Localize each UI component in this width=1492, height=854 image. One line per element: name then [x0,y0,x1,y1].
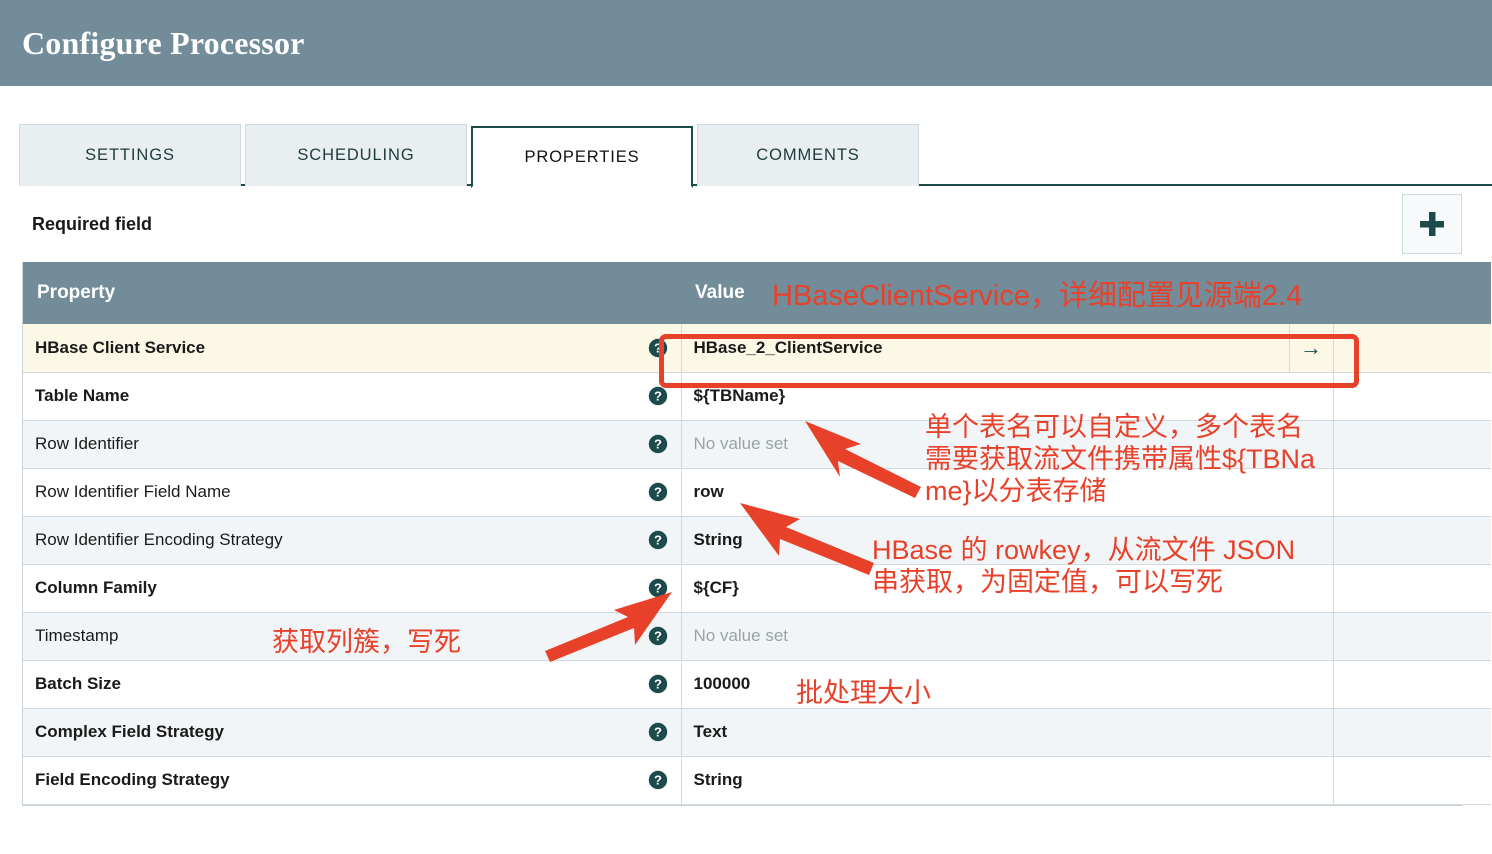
tab-bar: SETTINGS SCHEDULING PROPERTIES COMMENTS [0,124,1492,188]
row-trailing-cell [1332,372,1491,421]
property-name-cell: Table Name [23,372,635,421]
row-trailing-cell [1332,660,1491,709]
svg-text:?: ? [654,725,662,740]
property-name-cell: Row Identifier Encoding Strategy [23,516,635,565]
question-mark-circle-icon[interactable]: ? [635,612,682,661]
question-mark-circle-icon[interactable]: ? [635,468,682,517]
question-mark-circle-icon[interactable]: ? [635,372,682,421]
property-value-cell[interactable]: String [681,516,1289,565]
add-property-button[interactable] [1402,194,1462,254]
table-row[interactable]: Column Family? ${CF} [23,564,1491,613]
svg-text:?: ? [654,485,662,500]
tab-scheduling[interactable]: SCHEDULING [245,124,467,186]
row-trailing-cell [1332,756,1491,805]
question-mark-circle-icon[interactable]: ? [635,516,682,565]
value-action-cell [1289,708,1333,757]
row-trailing-cell [1332,324,1491,373]
value-action-cell [1289,660,1333,709]
window-titlebar: Configure Processor [0,0,1492,86]
table-row[interactable]: Timestamp? No value set [23,612,1491,661]
property-name-cell: Timestamp [23,612,635,661]
question-mark-circle-icon[interactable]: ? [635,564,682,613]
value-action-cell [1289,420,1333,469]
column-header-spacer [635,262,681,324]
required-field-label: Required field [32,213,153,234]
properties-table: Property Value HBase Client Service? HBas… [23,262,1491,805]
row-trailing-cell [1332,612,1491,661]
property-value-cell[interactable]: HBase_2_ClientService [681,324,1289,373]
table-row[interactable]: Complex Field Strategy? Text [23,708,1491,757]
value-action-cell [1289,372,1333,421]
row-trailing-cell [1332,468,1491,517]
table-row[interactable]: Field Encoding Strategy? String [23,756,1491,805]
tab-label: SCHEDULING [297,146,415,164]
property-value-cell[interactable]: 100000 [681,660,1289,709]
property-name-cell: HBase Client Service [23,324,635,373]
svg-text:?: ? [654,773,662,788]
table-row[interactable]: Row Identifier Encoding Strategy? String [23,516,1491,565]
table-row[interactable]: Row Identifier Field Name? row [23,468,1491,517]
table-row[interactable]: Row Identifier? No value set [23,420,1491,469]
required-field-legend-row: Required field [0,186,1492,262]
svg-text:?: ? [654,629,662,644]
value-action-cell [1289,468,1333,517]
svg-text:?: ? [654,341,662,356]
go-to-service-button[interactable]: → [1288,324,1333,373]
tab-comments[interactable]: COMMENTS [697,124,919,186]
property-name-cell: Field Encoding Strategy [23,756,635,805]
property-value-cell[interactable]: ${TBName} [681,372,1289,421]
column-header-property: Property [23,262,635,324]
property-value-cell[interactable]: ${CF} [681,564,1289,613]
question-mark-circle-icon[interactable]: ? [635,756,682,805]
property-value-cell[interactable]: row [681,468,1289,517]
table-row[interactable]: Table Name? ${TBName} [23,372,1491,421]
question-mark-circle-icon[interactable]: ? [635,660,682,709]
svg-text:?: ? [654,581,662,596]
tab-label: PROPERTIES [524,147,640,166]
arrow-right-icon: → [1300,334,1322,360]
column-header-value: Value [681,262,1491,324]
value-action-cell [1289,516,1333,565]
table-row[interactable]: Batch Size? 100000 [23,660,1491,709]
question-mark-circle-icon[interactable]: ? [635,324,682,373]
property-name-cell: Row Identifier [23,420,635,469]
table-row[interactable]: HBase Client Service? HBase_2_ClientServi… [23,324,1491,373]
properties-table-container: Property Value HBase Client Service? HBas… [22,262,1491,806]
tab-label: SETTINGS [85,146,175,164]
property-value-cell[interactable]: String [681,756,1289,805]
svg-text:?: ? [654,533,662,548]
property-value-cell[interactable]: No value set [681,612,1289,661]
tab-label: COMMENTS [756,146,860,164]
question-mark-circle-icon[interactable]: ? [635,420,682,469]
tab-settings[interactable]: SETTINGS [19,124,241,186]
svg-text:?: ? [654,389,662,404]
table-body: HBase Client Service? HBase_2_ClientServi… [23,324,1491,805]
property-value-cell[interactable]: No value set [681,420,1289,469]
property-name-cell: Column Family [23,564,635,613]
tab-properties[interactable]: PROPERTIES [471,126,693,188]
plus-icon [1417,209,1447,239]
question-mark-circle-icon[interactable]: ? [635,708,682,757]
row-trailing-cell [1332,564,1491,613]
page-title: Configure Processor [22,24,305,61]
svg-text:?: ? [654,677,662,692]
property-value-cell[interactable]: Text [681,708,1289,757]
property-name-cell: Batch Size [23,660,635,709]
table-header-row: Property Value [23,262,1491,324]
value-action-cell [1289,564,1333,613]
row-trailing-cell [1332,420,1491,469]
row-trailing-cell [1332,516,1491,565]
svg-text:?: ? [654,437,662,452]
value-action-cell [1289,756,1333,805]
row-trailing-cell [1332,708,1491,757]
property-name-cell: Row Identifier Field Name [23,468,635,517]
value-action-cell [1289,612,1333,661]
property-name-cell: Complex Field Strategy [23,708,635,757]
